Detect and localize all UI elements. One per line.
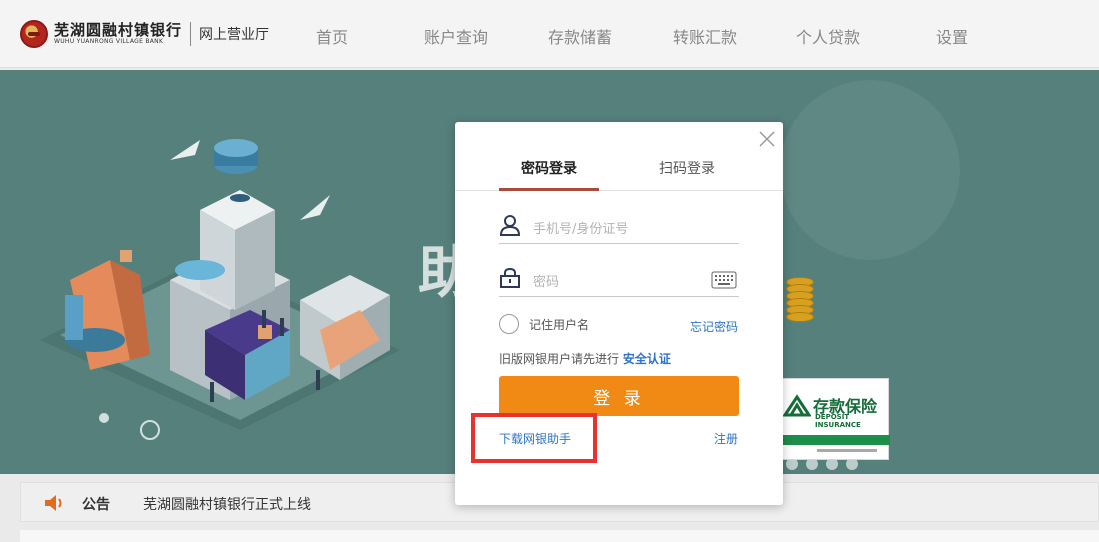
nav-settings[interactable]: 设置	[936, 24, 968, 48]
bank-emblem-icon	[20, 20, 48, 48]
coin-stack-icon	[786, 277, 814, 322]
forgot-password-link[interactable]: 忘记密码	[690, 318, 738, 335]
active-tab-indicator	[499, 188, 599, 191]
top-header: 芜湖圆融村镇银行 WUHU YUANRONG VILLAGE BANK 网上营业…	[0, 0, 1099, 68]
login-tabs: 密码登录 扫码登录	[455, 122, 783, 191]
deposit-insurance-subtitle: DEPOSIT INSURANCE	[815, 413, 861, 429]
nav-savings[interactable]: 存款储蓄	[548, 24, 612, 48]
nav-account-query[interactable]: 账户查询	[424, 24, 488, 48]
bank-logo[interactable]: 芜湖圆融村镇银行 WUHU YUANRONG VILLAGE BANK 网上营业…	[20, 20, 269, 48]
logo-divider	[190, 22, 192, 46]
site-subtitle: 网上营业厅	[199, 27, 270, 43]
deposit-footer	[817, 449, 877, 452]
nav-personal-loan[interactable]: 个人贷款	[796, 24, 860, 48]
bank-name-en: WUHU YUANRONG VILLAGE BANK	[54, 38, 164, 45]
lock-icon	[500, 267, 520, 288]
virtual-keyboard-icon[interactable]	[711, 271, 737, 289]
remember-radio[interactable]	[499, 314, 519, 334]
bottom-strip	[20, 530, 1099, 542]
user-icon	[499, 215, 521, 236]
password-input[interactable]	[533, 272, 703, 292]
username-field	[499, 214, 739, 244]
deposit-insurance-badge[interactable]: 存款保险 DEPOSIT INSURANCE	[776, 378, 890, 460]
register-link[interactable]: 注册	[714, 430, 738, 447]
banner-glow	[780, 80, 960, 260]
username-input[interactable]	[533, 219, 703, 239]
remember-label: 记住用户名	[529, 317, 590, 332]
download-assistant-link[interactable]: 下载网银助手	[499, 430, 571, 447]
bank-name-cn: 芜湖圆融村镇银行	[54, 21, 183, 39]
login-dialog: 密码登录 扫码登录 记住用户名 忘记密码 旧版网银	[455, 122, 783, 505]
old-version-notice: 旧版网银用户请先进行 安全认证	[499, 350, 671, 367]
nav-home[interactable]: 首页	[316, 24, 348, 48]
security-auth-link[interactable]: 安全认证	[623, 352, 671, 366]
speaker-icon	[45, 495, 62, 511]
nav-transfer[interactable]: 转账汇款	[673, 24, 737, 48]
password-field	[499, 267, 739, 297]
announcement-text[interactable]: 芜湖圆融村镇银行正式上线	[143, 494, 311, 514]
remember-username[interactable]: 记住用户名	[499, 314, 589, 334]
tab-password-login[interactable]: 密码登录	[521, 158, 577, 178]
announcement-label: 公告	[82, 497, 110, 513]
isometric-city-illustration	[40, 139, 400, 440]
old-version-text: 旧版网银用户请先进行	[499, 352, 620, 366]
deposit-band	[777, 435, 890, 445]
login-button[interactable]: 登 录	[499, 376, 739, 416]
tab-qr-login[interactable]: 扫码登录	[659, 158, 715, 178]
deposit-insurance-logo-icon	[783, 394, 811, 417]
